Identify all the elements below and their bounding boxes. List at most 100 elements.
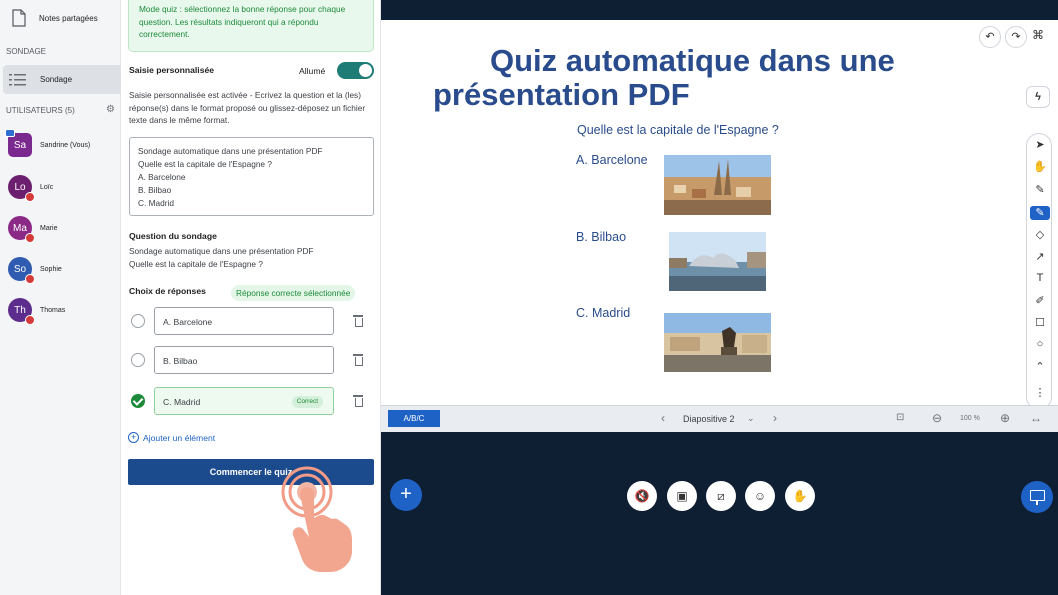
answer-input[interactable]: C. Madrid Correct <box>154 387 334 415</box>
answers-title: Choix de réponses <box>129 286 206 296</box>
shared-notes-label: Notes partagées <box>39 13 98 23</box>
gear-icon[interactable]: ⚙ <box>106 104 115 115</box>
audio-button[interactable]: 🔇 <box>627 481 657 511</box>
zoom-out-icon[interactable]: ⊖ <box>932 412 942 424</box>
add-item-button[interactable]: + Ajouter un élément <box>128 432 215 443</box>
answer-input[interactable]: A. Barcelone <box>154 307 334 335</box>
user-list-item[interactable]: Th Thomas <box>8 298 66 325</box>
custom-input-title: Saisie personnalisée <box>129 65 215 75</box>
whiteboard-toggle-icon[interactable]: ϟ <box>1026 86 1050 108</box>
madrid-photo <box>664 313 771 372</box>
hand-pan-icon[interactable]: ✋ <box>1027 160 1053 173</box>
toggle-knob <box>359 64 372 77</box>
redo-button[interactable]: ↷ <box>1005 26 1027 48</box>
presentation-button[interactable] <box>1021 481 1053 513</box>
quiz-mode-note: Mode quiz : sélectionnez la bonne répons… <box>128 0 374 52</box>
document-icon <box>12 9 26 27</box>
undo-button[interactable]: ↶ <box>979 26 1001 48</box>
answer-input[interactable]: B. Bilbao <box>154 346 334 374</box>
muted-mic-icon <box>25 315 35 325</box>
muted-mic-icon <box>25 233 35 243</box>
avatar: Th <box>8 298 35 325</box>
slide-top-strip <box>381 0 1058 20</box>
avatar: So <box>8 257 35 284</box>
users-section-title: UTILISATEURS (5) <box>6 106 75 115</box>
answer-radio[interactable] <box>131 353 145 367</box>
slide-selector[interactable]: Diapositive 2 <box>683 414 735 424</box>
trash-icon[interactable] <box>353 395 363 407</box>
sidebar: Notes partagées SONDAGE Sondage UTILISAT… <box>0 0 121 595</box>
abc-quick-poll-button[interactable]: A/B/C <box>388 410 440 427</box>
user-list-item[interactable]: Lo Loïc <box>8 175 54 202</box>
sidebar-item-poll[interactable]: Sondage <box>3 65 121 94</box>
avatar: Lo <box>8 175 35 202</box>
screenshare-button[interactable]: ⧄ <box>706 481 736 511</box>
user-list-item[interactable]: Ma Marie <box>8 216 58 243</box>
user-name: Loïc <box>40 183 54 191</box>
fit-to-screen-icon[interactable]: ⊡ <box>896 412 904 424</box>
zoom-level: 100 % <box>960 415 980 422</box>
slide-option: A. Barcelone <box>576 153 648 167</box>
tap-hand-icon <box>281 466 352 572</box>
reactions-button[interactable]: ☺ <box>745 481 775 511</box>
slide-option: C. Madrid <box>576 306 631 320</box>
trash-icon[interactable] <box>353 354 363 366</box>
eraser-icon[interactable]: ◇ <box>1027 228 1053 241</box>
slide-control-bar: A/B/C ‹ Diapositive 2 ⌄ › ⊡ ⊖ 100 % ⊕ ↔ <box>381 405 1058 432</box>
ellipse-icon[interactable]: ○ <box>1027 338 1053 350</box>
user-list-item[interactable]: So Sophie <box>8 257 62 284</box>
correct-tag: Correct <box>291 396 323 408</box>
answer-text: A. Barcelone <box>163 317 213 327</box>
presentation-area: Quiz automatique dans une présentation PD… <box>381 0 1058 595</box>
more-options-icon[interactable]: ⋮ <box>1027 386 1053 399</box>
user-name: Sophie <box>40 265 62 273</box>
raise-hand-button[interactable]: ✋ <box>785 481 815 511</box>
highlighter-icon[interactable]: ✎ <box>1030 206 1050 220</box>
avatar: Ma <box>8 216 35 243</box>
previous-slide-icon[interactable]: ‹ <box>661 412 665 424</box>
slide-question: Quelle est la capitale de l'Espagne ? <box>577 123 779 137</box>
toggle-label: Allumé <box>299 66 326 76</box>
avatar: Sa <box>5 129 32 157</box>
custom-input-toggle[interactable] <box>337 62 374 79</box>
user-list-item[interactable]: Sa Sandrine (Vous) <box>5 129 91 157</box>
zoom-in-icon[interactable]: ⊕ <box>1000 412 1010 424</box>
user-name: Sandrine (Vous) <box>40 141 91 149</box>
answer-text: C. Madrid <box>163 397 201 407</box>
presentation-slide: Quiz automatique dans une présentation PD… <box>381 20 1058 410</box>
pencil-icon[interactable]: ✎ <box>1027 183 1053 196</box>
poll-list-icon <box>9 73 26 85</box>
next-slide-icon[interactable]: › <box>773 412 777 424</box>
question-title: Question du sondage <box>129 231 217 241</box>
answer-text: B. Bilbao <box>163 356 198 366</box>
muted-mic-icon <box>25 192 35 202</box>
custom-input-textarea[interactable]: Sondage automatique dans une présentatio… <box>129 137 374 216</box>
answer-radio-selected[interactable] <box>131 394 145 408</box>
app-root: Notes partagées SONDAGE Sondage UTILISAT… <box>0 0 1058 595</box>
text-tool-icon[interactable]: T <box>1027 272 1053 284</box>
user-name: Thomas <box>40 306 66 314</box>
tools-grid-icon[interactable]: ⌘ <box>1032 28 1044 42</box>
shared-notes-item[interactable]: Notes partagées <box>12 9 112 27</box>
barcelona-photo <box>664 155 771 215</box>
fit-width-icon[interactable]: ↔ <box>1030 412 1042 424</box>
correct-answer-badge: Réponse correcte sélectionnée <box>231 285 356 301</box>
chevron-down-icon[interactable]: ⌄ <box>747 412 755 424</box>
moderator-icon <box>5 129 15 137</box>
answer-radio[interactable] <box>131 314 145 328</box>
trash-icon[interactable] <box>353 315 363 327</box>
sticky-note-icon[interactable]: ✐ <box>1027 294 1053 307</box>
poll-panel: Mode quiz : sélectionnez la bonne répons… <box>121 0 381 595</box>
rectangle-icon[interactable]: ☐ <box>1027 316 1053 329</box>
bilbao-photo <box>669 232 766 291</box>
pointer-icon[interactable]: ➤ <box>1027 138 1053 151</box>
actions-plus-button[interactable]: + <box>390 479 422 511</box>
slide-title: Quiz automatique dans une présentation PD… <box>433 43 895 112</box>
camera-button[interactable]: ▣ <box>667 481 697 511</box>
question-text: Sondage automatique dans une présentatio… <box>129 246 314 269</box>
sidebar-item-poll-label: Sondage <box>40 75 73 84</box>
arrow-icon[interactable]: ↗ <box>1027 250 1053 263</box>
plus-circle-icon: + <box>128 432 139 443</box>
chevron-up-icon[interactable]: ⌃ <box>1027 360 1053 373</box>
annotation-toolbar: ➤ ✋ ✎ ✎ ◇ ↗ T ✐ ☐ ○ ⌃ ⋮ <box>1026 133 1052 410</box>
